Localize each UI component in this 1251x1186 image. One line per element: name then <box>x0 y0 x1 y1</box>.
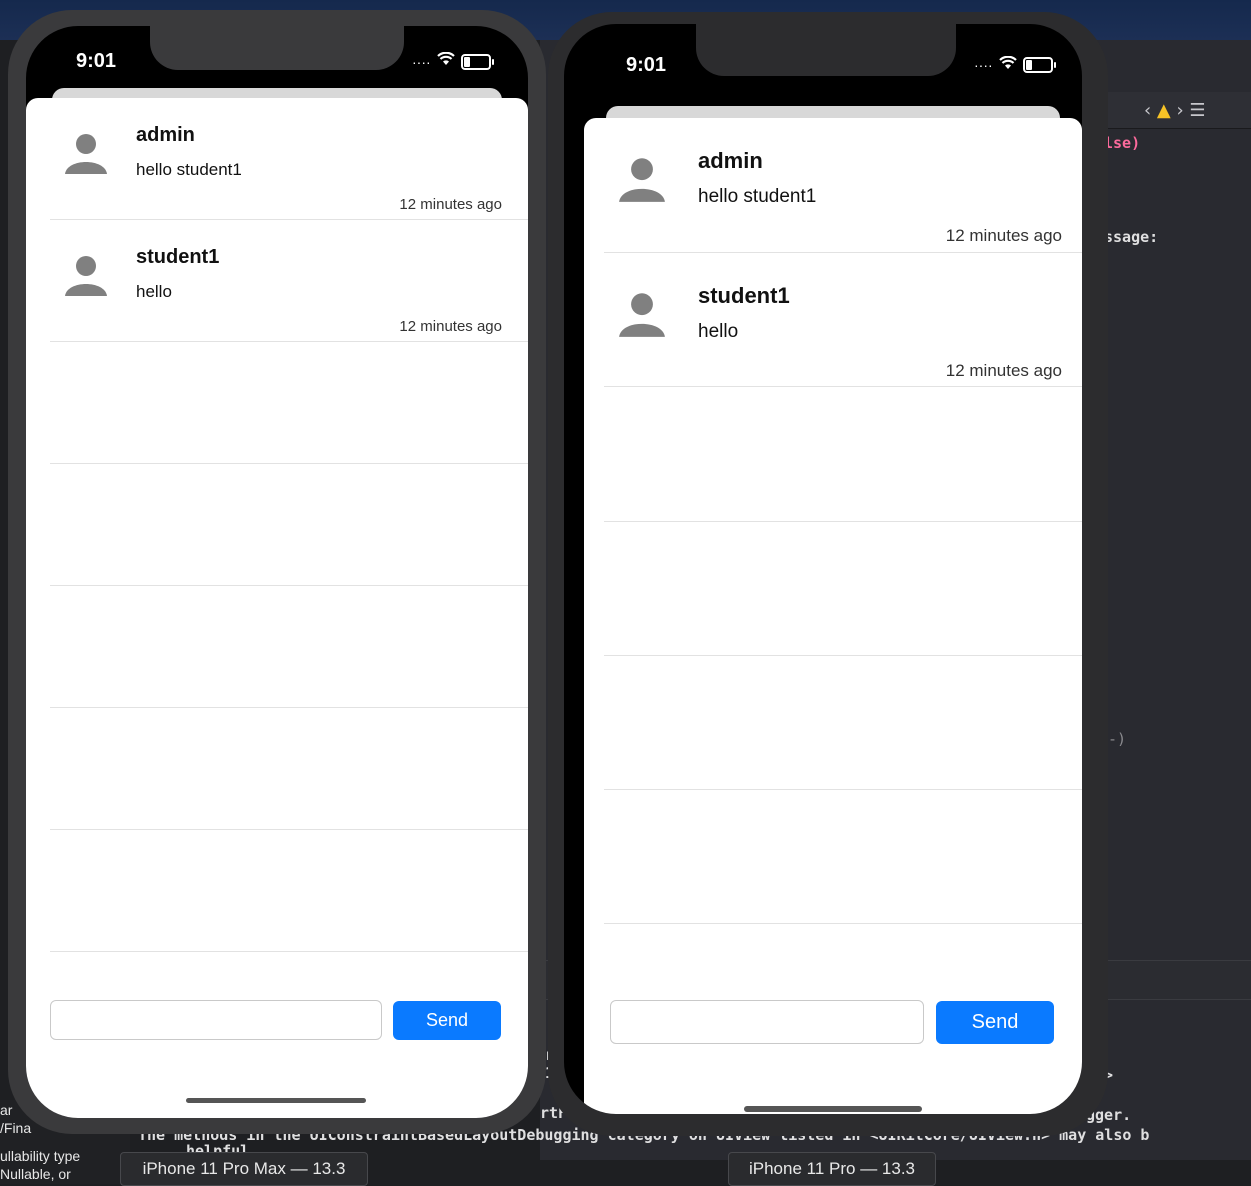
inspector-text: ar <box>0 1102 13 1118</box>
device-notch <box>150 26 404 70</box>
message-text: hello student1 <box>698 186 817 207</box>
wifi-icon <box>998 55 1017 73</box>
sender-name: student1 <box>136 246 220 268</box>
sender-name: admin <box>136 124 195 146</box>
status-time: 9:01 <box>76 50 117 72</box>
issue-navigator-controls[interactable]: ‹ ▲ › ☰ <box>1144 100 1206 121</box>
code-fragment: lse) <box>1104 134 1141 152</box>
simulator-label-pro-max: iPhone 11 Pro Max — 13.3 <box>120 1152 368 1186</box>
sender-name: student1 <box>698 283 790 308</box>
chat-sheet[interactable]: admin hello student1 12 minutes ago stud… <box>584 118 1082 1114</box>
send-button[interactable]: Send <box>393 1001 501 1040</box>
code-fragment: -) <box>1108 730 1127 748</box>
user-avatar-icon <box>619 158 665 202</box>
inspector-text: Nullable, or <box>0 1166 71 1182</box>
empty-cell <box>604 387 1082 522</box>
message-text: hello <box>136 282 172 301</box>
inspector-text: ullability type <box>0 1148 81 1164</box>
empty-cell <box>50 464 528 586</box>
empty-cell <box>604 522 1082 656</box>
device-screen[interactable]: 9:01 ···· admin hello student1 12 minute… <box>564 24 1082 1114</box>
send-button[interactable]: Send <box>936 1001 1054 1044</box>
message-row[interactable]: admin hello student1 12 minutes ago <box>604 118 1082 253</box>
user-avatar-icon <box>65 134 107 174</box>
wifi-icon <box>436 51 455 71</box>
message-time: 12 minutes ago <box>399 318 502 335</box>
empty-cell <box>50 342 528 464</box>
message-row[interactable]: student1 hello 12 minutes ago <box>50 220 528 342</box>
code-fragment: ssage: <box>1104 228 1159 246</box>
home-indicator[interactable] <box>186 1098 366 1103</box>
signal-icon: ···· <box>974 56 993 73</box>
battery-icon <box>460 53 494 70</box>
simulator-window-pro[interactable]: 9:01 ···· admin hello student1 12 minute… <box>548 12 1108 1136</box>
empty-cell <box>604 790 1082 924</box>
chat-sheet[interactable]: admin hello student1 12 minutes ago stud… <box>26 98 528 1118</box>
empty-cell <box>604 656 1082 790</box>
battery-icon <box>1022 56 1056 73</box>
simulator-label-pro: iPhone 11 Pro — 13.3 <box>728 1152 936 1186</box>
signal-icon: ···· <box>412 53 431 70</box>
user-avatar-icon <box>619 293 665 337</box>
home-indicator[interactable] <box>744 1106 922 1112</box>
status-icons: ···· <box>974 55 1056 73</box>
message-row[interactable]: admin hello student1 12 minutes ago <box>50 98 528 220</box>
warning-icon[interactable]: ▲ <box>1157 100 1171 121</box>
message-input[interactable] <box>610 1000 924 1044</box>
message-text: hello <box>698 321 739 342</box>
device-screen[interactable]: 9:01 ···· admin hello student1 12 minute… <box>26 26 528 1118</box>
empty-cell <box>50 586 528 708</box>
empty-cell <box>50 830 528 952</box>
sender-name: admin <box>698 148 763 173</box>
message-input[interactable] <box>50 1000 382 1040</box>
message-time: 12 minutes ago <box>399 196 502 213</box>
inspector-text: /Fina <box>0 1120 32 1136</box>
status-time: 9:01 <box>626 54 667 76</box>
simulator-window-pro-max[interactable]: 9:01 ···· admin hello student1 12 minute… <box>8 10 546 1134</box>
status-icons: ···· <box>412 51 494 71</box>
message-text: hello student1 <box>136 160 242 179</box>
empty-cell <box>50 708 528 830</box>
message-row[interactable]: student1 hello 12 minutes ago <box>604 253 1082 387</box>
user-avatar-icon <box>65 256 107 296</box>
device-notch <box>696 24 956 76</box>
message-time: 12 minutes ago <box>945 361 1062 380</box>
message-time: 12 minutes ago <box>945 226 1062 245</box>
